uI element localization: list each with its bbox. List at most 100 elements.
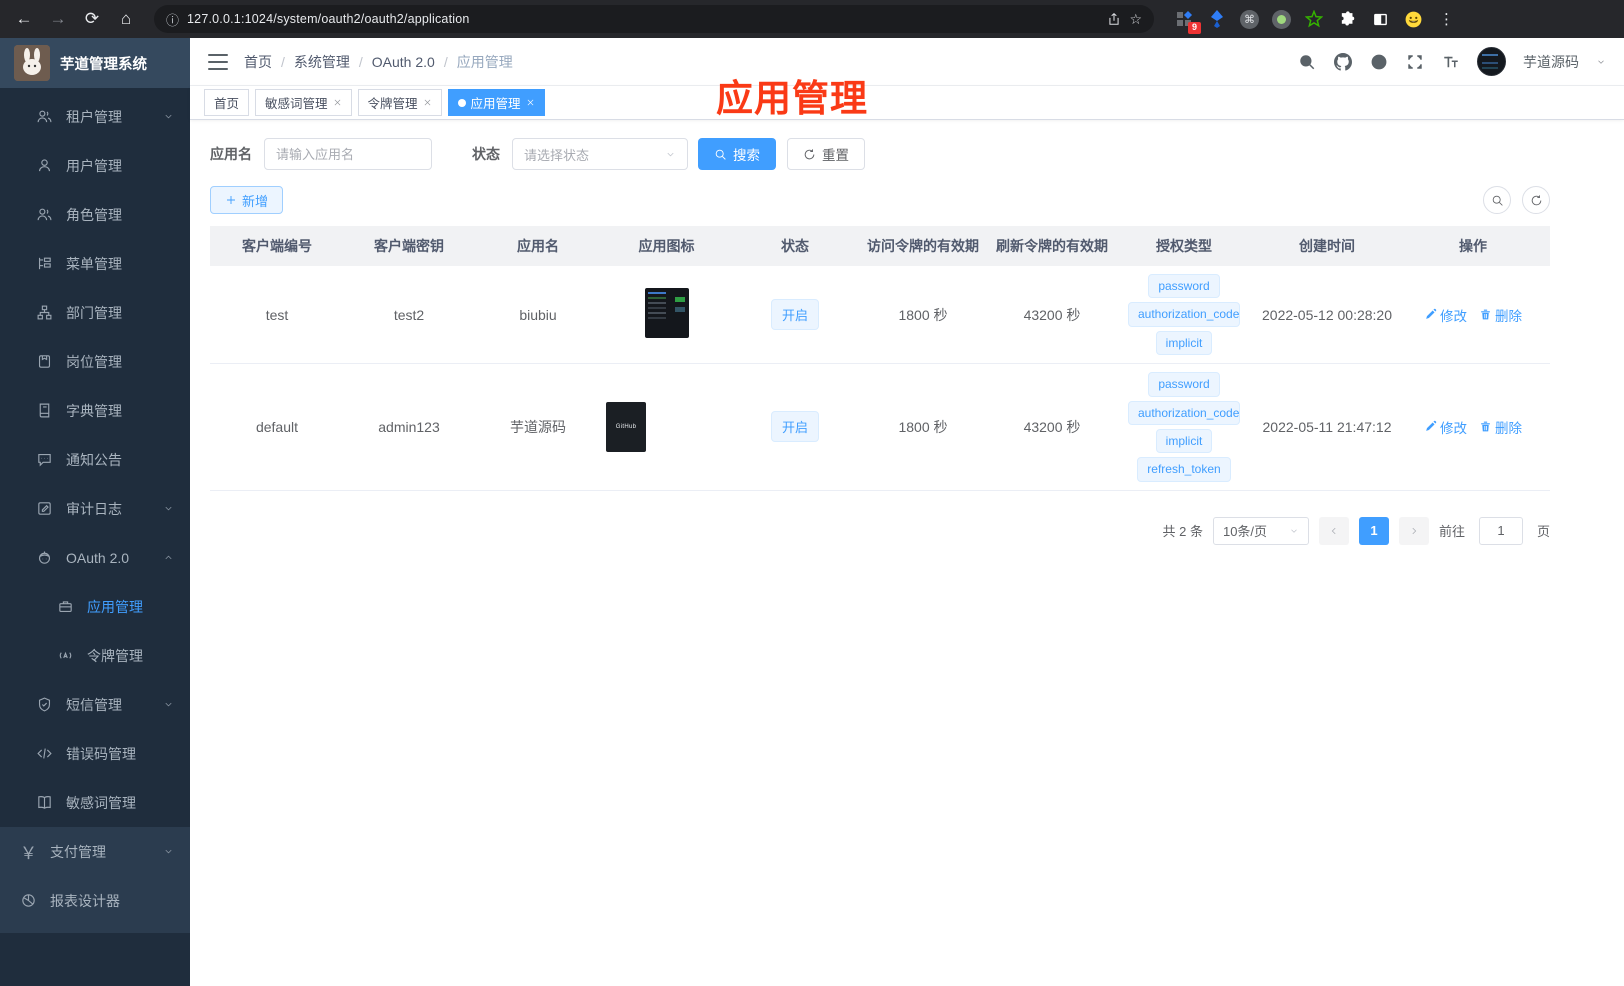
site-info-icon[interactable]: ⓘ [166,10,179,29]
sidebar-item-menu[interactable]: 菜单管理 [0,239,190,288]
sidebar-item-dept[interactable]: 部门管理 [0,288,190,337]
sidebar-item-sensitive-word[interactable]: 敏感词管理 [0,778,190,827]
sidebar-logo-row[interactable]: 芋道管理系统 [0,38,190,88]
close-icon[interactable] [526,98,535,107]
tab-application[interactable]: 应用管理 [447,89,545,116]
sidebar-item-report-designer[interactable]: 报表设计器 [0,876,190,925]
tab-token[interactable]: 令牌管理 [357,89,442,116]
fullscreen-icon[interactable] [1405,52,1424,71]
app-logo [14,45,50,81]
grant-type-tag: authorization_code [1128,400,1240,425]
browser-menu-icon[interactable]: ⋮ [1439,10,1454,28]
grant-type-tag: password [1148,274,1220,299]
menu-tree-icon [36,255,53,272]
app-name-input[interactable] [264,138,432,170]
page-number-button[interactable]: 1 [1358,516,1389,545]
grant-type-tag: password [1148,372,1220,397]
url-text[interactable]: 127.0.0.1:1024/system/oauth2/oauth2/appl… [187,12,1099,26]
sidebar-item-role[interactable]: 角色管理 [0,190,190,239]
command-extension-icon[interactable]: ⌘ [1240,9,1259,29]
sidebar-item-oauth2-token[interactable]: 令牌管理 [0,631,190,680]
github-icon[interactable] [1333,52,1352,71]
bookmark-star-icon[interactable]: ☆ [1129,11,1142,28]
sidebar-item-dict[interactable]: 字典管理 [0,386,190,435]
breadcrumb-oauth2[interactable]: OAuth 2.0 [372,54,435,70]
recorder-extension-icon[interactable] [1272,9,1291,29]
extensions-strip: 9 ⌘ [1174,9,1423,34]
sidebar-item-notice[interactable]: 通知公告 [0,435,190,484]
briefcase-icon [57,598,74,615]
share-icon[interactable] [1107,12,1121,26]
status-select[interactable]: 请选择状态 [512,138,688,170]
emoji-extension-icon[interactable] [1403,9,1423,29]
dictionary-icon [36,402,53,419]
delete-link[interactable]: 删除 [1479,417,1522,437]
sidebar-item-oauth2-application[interactable]: 应用管理 [0,582,190,631]
browser-forward-button[interactable]: → [44,5,72,33]
add-button[interactable]: 新增 [210,186,284,214]
reset-button[interactable]: 重置 [787,138,865,170]
pencil-icon [1426,308,1437,319]
chevron-right-icon [1409,526,1419,536]
avatar[interactable] [1477,47,1506,76]
app-title: 芋道管理系统 [60,56,147,73]
username[interactable]: 芋道源码 [1523,52,1579,72]
breadcrumb-home[interactable]: 首页 [244,52,272,72]
refresh-table-button[interactable] [1522,186,1550,214]
green-star-extension-icon[interactable] [1304,9,1324,29]
edit-link[interactable]: 修改 [1424,305,1467,325]
chevron-down-icon [163,111,174,122]
address-bar[interactable]: ⓘ 127.0.0.1:1024/system/oauth2/oauth2/ap… [154,5,1154,33]
tab-home[interactable]: 首页 [204,89,250,116]
search-button[interactable]: 搜索 [698,138,776,170]
refresh-icon [1530,194,1543,207]
annotation-overlay: 应用管理 [716,78,868,119]
chevron-up-icon [163,552,174,563]
breadcrumb-current: 应用管理 [456,53,513,70]
close-icon[interactable] [423,98,432,107]
split-screen-extension-icon[interactable] [1370,9,1390,29]
chevron-down-icon[interactable] [1596,57,1606,67]
header-tools: 芋道源码 [1297,47,1606,76]
close-icon[interactable] [333,98,342,107]
tab-sensitive-word[interactable]: 敏感词管理 [255,89,352,116]
sidebar-item-audit-log[interactable]: 审计日志 [0,484,190,533]
status-label: 状态 [472,146,500,162]
sidebar-item-user[interactable]: 用户管理 [0,141,190,190]
table-header-row: 客户端编号 客户端密钥 应用名 应用图标 状态 访问令牌的有效期 刷新令牌的有效… [210,226,1550,266]
puzzle-extensions-icon[interactable] [1337,9,1357,29]
users-icon [36,206,53,223]
help-icon[interactable] [1369,52,1388,71]
sidebar-item-oauth2[interactable]: OAuth 2.0 [0,533,190,582]
toggle-search-button[interactable] [1483,186,1511,214]
breadcrumb-system[interactable]: 系统管理 [294,52,350,72]
goto-label: 前往 [1438,524,1465,540]
status-badge: 开启 [770,299,819,331]
font-size-icon[interactable] [1441,52,1460,71]
pagination: 共 2 条 10条/页 1 前往 页 [210,516,1550,545]
next-page-button[interactable] [1398,516,1429,545]
goto-page-input[interactable] [1478,516,1523,545]
sidebar-item-error-code[interactable]: 错误码管理 [0,729,190,778]
table-row: default admin123 芋道源码 GitHub 开启 1800 秒 4… [210,364,1550,491]
applications-table: 客户端编号 客户端密钥 应用名 应用图标 状态 访问令牌的有效期 刷新令牌的有效… [210,226,1550,491]
edit-link[interactable]: 修改 [1424,417,1467,437]
sidebar-item-sms[interactable]: 短信管理 [0,680,190,729]
kite-extension-icon[interactable] [1207,9,1227,29]
delete-link[interactable]: 删除 [1479,305,1522,325]
org-chart-icon [36,304,53,321]
browser-back-button[interactable]: ← [10,5,38,33]
sidebar: 芋道管理系统 租户管理 用户管理 角色管理 菜单管理 部门管理 岗位管理 字典管… [0,38,190,986]
browser-home-button[interactable]: ⌂ [112,5,140,33]
page-size-select[interactable]: 10条/页 [1212,516,1309,545]
sidebar-collapse-icon[interactable] [208,53,228,70]
sidebar-item-post[interactable]: 岗位管理 [0,337,190,386]
browser-reload-button[interactable]: ⟳ [78,5,106,33]
tab-manager-extension-icon[interactable]: 9 [1174,9,1201,34]
search-icon[interactable] [1297,52,1316,71]
sidebar-item-payment[interactable]: ￥ 支付管理 [0,827,190,876]
chevron-down-icon [163,699,174,710]
sidebar-item-tenant[interactable]: 租户管理 [0,92,190,141]
audit-log-icon [36,500,53,517]
prev-page-button[interactable] [1318,516,1349,545]
